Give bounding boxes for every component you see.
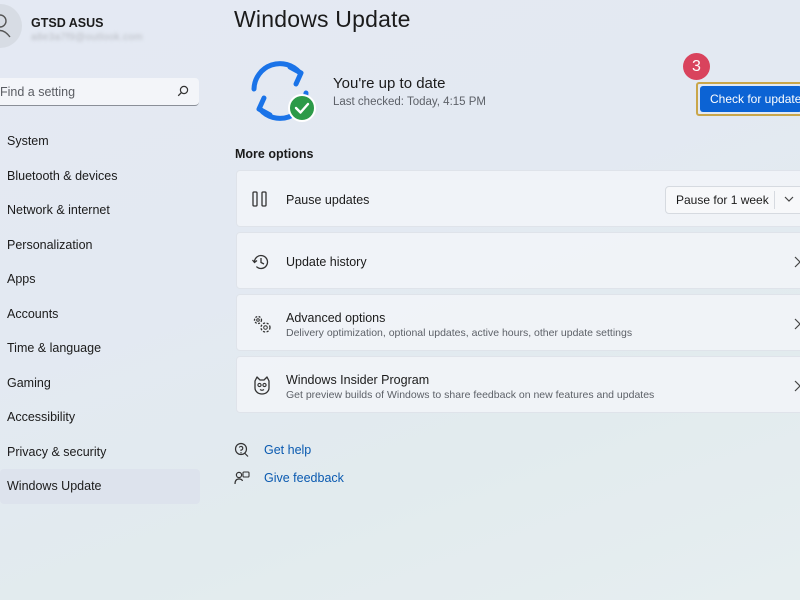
nav-item-apps[interactable]: Apps	[0, 262, 200, 297]
nav-item-windows-update[interactable]: Windows Update	[0, 469, 200, 504]
sync-check-icon	[251, 61, 316, 122]
nav-item-privacy-security[interactable]: Privacy & security	[0, 435, 200, 470]
update-history-card[interactable]: Update history	[236, 232, 800, 289]
insider-program-card[interactable]: Windows Insider Program Get preview buil…	[236, 356, 800, 413]
check-for-updates-highlight: Check for updates	[696, 82, 800, 116]
search-input[interactable]	[0, 84, 170, 99]
advanced-options-title: Advanced options	[286, 311, 386, 325]
step-badge: 3	[683, 53, 710, 80]
history-icon	[251, 254, 269, 270]
nav-item-time-language[interactable]: Time & language	[0, 331, 200, 366]
insider-program-subtitle: Get preview builds of Windows to share f…	[286, 389, 655, 401]
sidebar: GTSD ASUS a8e3a7f9@outlook.com System Bl…	[0, 0, 212, 600]
nav-list: System Bluetooth & devices Network & int…	[0, 124, 212, 504]
nav-item-network-internet[interactable]: Network & internet	[0, 193, 200, 228]
insider-cat-icon	[254, 376, 270, 395]
chevron-right-icon	[794, 256, 800, 268]
pause-updates-title: Pause updates	[286, 193, 370, 207]
chevron-right-icon	[794, 380, 800, 392]
person-icon	[0, 14, 11, 38]
pause-icon	[252, 191, 267, 207]
feedback-icon	[234, 471, 250, 485]
user-name: GTSD ASUS	[31, 16, 104, 30]
give-feedback-link-row[interactable]: Give feedback	[234, 470, 344, 486]
pause-duration-value: Pause for 1 week	[676, 193, 769, 207]
insider-program-title: Windows Insider Program	[286, 373, 430, 387]
pause-updates-card[interactable]: Pause updates Pause for 1 week	[236, 170, 800, 227]
check-for-updates-button[interactable]: Check for updates	[700, 86, 800, 112]
more-options-label: More options	[235, 147, 314, 161]
nav-item-bluetooth-devices[interactable]: Bluetooth & devices	[0, 159, 200, 194]
update-history-title: Update history	[286, 255, 367, 269]
give-feedback-link[interactable]: Give feedback	[264, 471, 344, 485]
nav-item-system[interactable]: System	[0, 124, 200, 159]
search-box[interactable]	[0, 78, 199, 106]
nav-item-gaming[interactable]: Gaming	[0, 366, 200, 401]
avatar[interactable]	[0, 4, 22, 48]
get-help-link[interactable]: Get help	[264, 443, 311, 457]
nav-item-personalization[interactable]: Personalization	[0, 228, 200, 263]
advanced-options-subtitle: Delivery optimization, optional updates,…	[286, 327, 633, 339]
advanced-options-card[interactable]: Advanced options Delivery optimization, …	[236, 294, 800, 351]
chevron-down-icon[interactable]	[784, 195, 794, 203]
chevron-right-icon	[794, 318, 800, 330]
page-title: Windows Update	[234, 6, 411, 32]
dropdown-divider	[774, 191, 775, 209]
nav-item-accounts[interactable]: Accounts	[0, 297, 200, 332]
nav-item-accessibility[interactable]: Accessibility	[0, 400, 200, 435]
user-email: a8e3a7f9@outlook.com	[31, 32, 143, 43]
last-checked-text: Last checked: Today, 4:15 PM	[333, 96, 486, 108]
get-help-link-row[interactable]: Get help	[234, 442, 311, 458]
status-title: You're up to date	[333, 75, 446, 92]
search-icon[interactable]	[177, 85, 189, 97]
help-icon	[234, 442, 249, 457]
gears-icon	[253, 315, 271, 333]
pause-duration-dropdown[interactable]: Pause for 1 week	[665, 186, 800, 214]
